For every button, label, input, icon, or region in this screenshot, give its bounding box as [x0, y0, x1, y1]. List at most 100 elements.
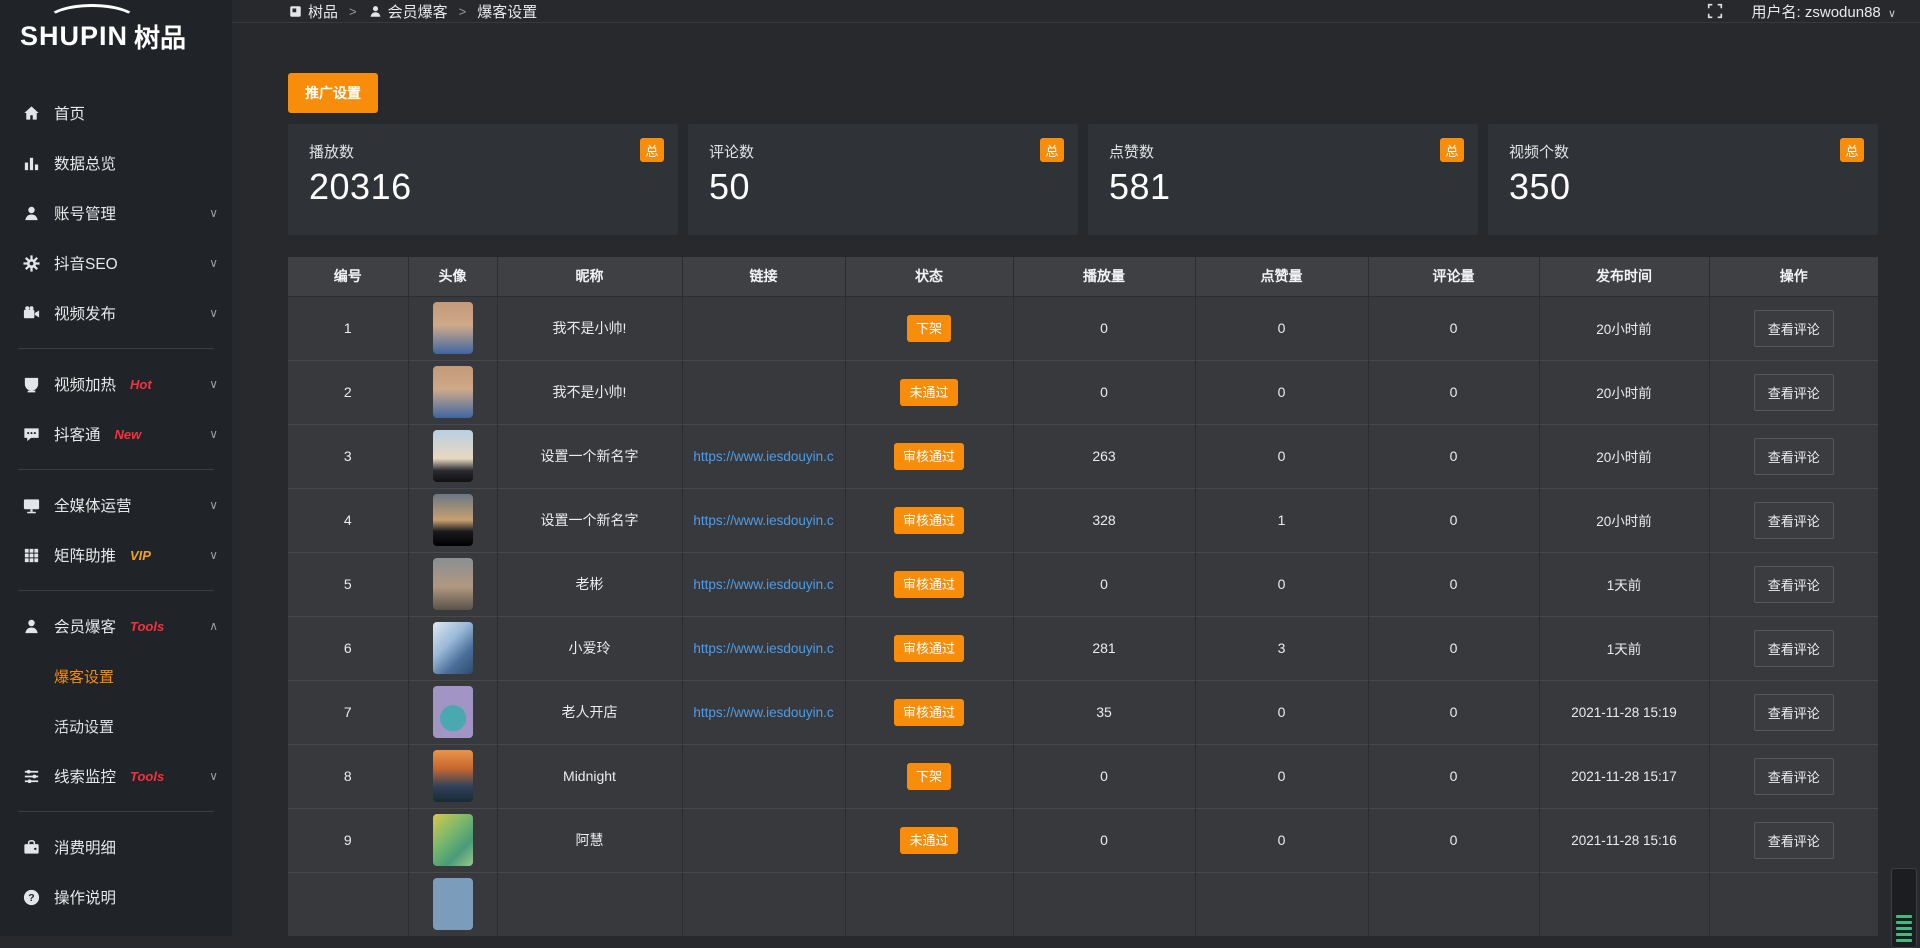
cell-comments: 0: [1368, 488, 1539, 552]
view-comments-button[interactable]: 查看评论: [1754, 374, 1834, 411]
view-comments-button[interactable]: 查看评论: [1754, 502, 1834, 539]
cell-status: 审核通过: [845, 488, 1013, 552]
view-comments-button[interactable]: 查看评论: [1754, 438, 1834, 475]
cell-nickname: 我不是小帅!: [497, 360, 682, 424]
stat-card-0: 播放数 20316 总: [288, 124, 678, 235]
floating-widget[interactable]: [1891, 868, 1917, 948]
view-comments-button[interactable]: 查看评论: [1754, 758, 1834, 795]
sliders-icon: [22, 767, 41, 786]
status-badge: 下架: [907, 763, 951, 790]
table-row: 5 老彬 https://www.iesdouyin.c 审核通过 0 0 0 …: [288, 552, 1878, 616]
username-value: zswodun88: [1805, 4, 1881, 21]
sidebar-item-label: 抖客通: [54, 423, 101, 445]
stat-card-1: 评论数 50 总: [688, 124, 1078, 235]
status-badge: 未通过: [900, 379, 957, 406]
app-logo: SHUPIN 树品: [0, 0, 232, 72]
sidebar-item-4[interactable]: 视频发布 ∨: [0, 288, 232, 338]
table-row: 3 设置一个新名字 https://www.iesdouyin.c 审核通过 2…: [288, 424, 1878, 488]
cell-status: 下架: [845, 744, 1013, 808]
cell-publish-time: [1539, 872, 1709, 936]
sidebar-item-1[interactable]: 数据总览: [0, 138, 232, 188]
video-link[interactable]: https://www.iesdouyin.c: [693, 449, 833, 464]
cell-link: https://www.iesdouyin.c: [682, 552, 845, 616]
user-menu[interactable]: 用户名: zswodun88 ∨: [1752, 1, 1896, 22]
view-comments-button[interactable]: 查看评论: [1754, 630, 1834, 667]
cell-status: 下架: [845, 296, 1013, 360]
sidebar-item-0[interactable]: 首页: [0, 88, 232, 138]
chevron-icon: ∧: [209, 619, 218, 633]
cell-plays: 0: [1013, 744, 1195, 808]
content: 推广设置 播放数 20316 总 评论数 50 总 点赞数 581 总 视频个数…: [232, 23, 1920, 936]
cell-publish-time: 2021-11-28 15:16: [1539, 808, 1709, 872]
cell-plays: 0: [1013, 808, 1195, 872]
sidebar-item-label: 抖音SEO: [54, 252, 118, 274]
topbar: 树品>会员爆客>爆客设置 用户名: zswodun88 ∨: [232, 0, 1920, 23]
stat-label: 视频个数: [1509, 141, 1860, 162]
cell-link: [682, 872, 845, 936]
video-link[interactable]: https://www.iesdouyin.c: [693, 705, 833, 720]
cell-comments: 0: [1368, 744, 1539, 808]
status-badge: 审核通过: [894, 699, 964, 726]
sidebar-item-8[interactable]: 矩阵助推 VIP ∨: [0, 530, 232, 580]
avatar: [433, 814, 473, 866]
sidebar-item-2[interactable]: 账号管理 ∨: [0, 188, 232, 238]
cell-likes: [1195, 872, 1368, 936]
stat-label: 播放数: [309, 141, 660, 162]
breadcrumb-item-1[interactable]: 会员爆客: [368, 1, 448, 22]
sidebar-item-label: 账号管理: [54, 202, 116, 224]
sidebar-item-3[interactable]: 抖音SEO ∨: [0, 238, 232, 288]
sidebar-item-6[interactable]: 抖客通 New ∨: [0, 409, 232, 459]
cell-avatar: [408, 680, 497, 744]
logo-arc-decoration: [46, 4, 138, 38]
heat-icon: [22, 375, 41, 394]
view-comments-button[interactable]: 查看评论: [1754, 566, 1834, 603]
video-link[interactable]: https://www.iesdouyin.c: [693, 577, 833, 592]
cell-status: 审核通过: [845, 680, 1013, 744]
total-badge: 总: [640, 138, 664, 162]
fullscreen-icon[interactable]: [1706, 2, 1724, 20]
cell-plays: 328: [1013, 488, 1195, 552]
sidebar-item-tag: New: [115, 427, 142, 442]
cell-avatar: [408, 872, 497, 936]
cell-action: 查看评论: [1709, 424, 1878, 488]
cell-comments: 0: [1368, 680, 1539, 744]
sidebar-item-5[interactable]: 视频加热 Hot ∨: [0, 359, 232, 409]
sidebar-item-12[interactable]: ? 操作说明: [0, 872, 232, 922]
sidebar-item-7[interactable]: 全媒体运营 ∨: [0, 480, 232, 530]
sidebar-item-label: 线索监控: [54, 765, 116, 787]
view-comments-button[interactable]: 查看评论: [1754, 310, 1834, 347]
sidebar-subitem-9-1[interactable]: 活动设置: [0, 701, 232, 751]
promotion-settings-button[interactable]: 推广设置: [288, 73, 378, 113]
cell-action: 查看评论: [1709, 296, 1878, 360]
cell-id: 2: [288, 360, 408, 424]
avatar: [433, 366, 473, 418]
video-link[interactable]: https://www.iesdouyin.c: [693, 641, 833, 656]
column-header: 头像: [408, 257, 497, 296]
view-comments-button[interactable]: 查看评论: [1754, 694, 1834, 731]
sidebar-item-9[interactable]: 会员爆客 Tools ∧: [0, 601, 232, 651]
table-header-row: 编号头像昵称链接状态播放量点赞量评论量发布时间操作: [288, 257, 1878, 296]
column-header: 点赞量: [1195, 257, 1368, 296]
cell-likes: 3: [1195, 616, 1368, 680]
cell-comments: 0: [1368, 808, 1539, 872]
stat-card-2: 点赞数 581 总: [1088, 124, 1478, 235]
cell-comments: 0: [1368, 616, 1539, 680]
sidebar-item-11[interactable]: 消费明细: [0, 822, 232, 872]
video-link[interactable]: https://www.iesdouyin.c: [693, 513, 833, 528]
sidebar-item-10[interactable]: 线索监控 Tools ∨: [0, 751, 232, 801]
chart-icon: [22, 154, 41, 173]
chevron-icon: ∨: [209, 769, 218, 783]
chevron-icon: ∨: [209, 377, 218, 391]
cell-id: 9: [288, 808, 408, 872]
view-comments-button[interactable]: 查看评论: [1754, 822, 1834, 859]
cell-publish-time: 1天前: [1539, 616, 1709, 680]
cell-publish-time: 20小时前: [1539, 424, 1709, 488]
cell-link: [682, 296, 845, 360]
cell-avatar: [408, 296, 497, 360]
total-badge: 总: [1440, 138, 1464, 162]
cell-plays: [1013, 872, 1195, 936]
breadcrumb-item-2[interactable]: 爆客设置: [477, 1, 537, 22]
breadcrumb-item-0[interactable]: 树品: [288, 1, 338, 22]
sidebar-subitem-9-0[interactable]: 爆客设置: [0, 651, 232, 701]
sidebar-divider: [18, 590, 214, 591]
